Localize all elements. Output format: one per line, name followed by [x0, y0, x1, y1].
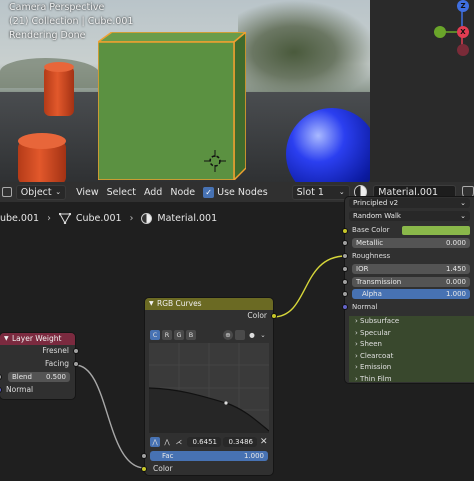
normal-label: Normal [352, 303, 378, 311]
panel-subsurface[interactable]: › Subsurface [349, 316, 474, 328]
transmission-socket[interactable] [342, 279, 348, 285]
output-facing: Facing [0, 358, 79, 371]
blend-label: Blend [12, 373, 32, 381]
layer-weight-header[interactable]: ▼ Layer Weight [0, 333, 75, 345]
fresnel-socket[interactable] [73, 348, 79, 354]
output-fresnel: Fresnel [0, 345, 79, 358]
handle-free-icon[interactable]: ⋌ [174, 437, 184, 447]
curve-point [224, 401, 228, 405]
ior-value: 1.450 [445, 265, 466, 273]
bsdf-subpanels: › Subsurface › Specular › Sheen › Clearc… [349, 316, 474, 383]
curve-graph[interactable] [149, 343, 269, 433]
layer-weight-title: Layer Weight [12, 334, 62, 343]
color-input-label: Color [153, 464, 173, 473]
point-y-field[interactable]: 0.3486 [223, 437, 257, 447]
ior-field[interactable]: IOR 1.450 [352, 264, 470, 274]
metallic-label: Metallic [356, 239, 384, 247]
color-output-socket[interactable] [271, 313, 277, 319]
metallic-socket[interactable] [342, 240, 348, 246]
color-input-socket[interactable] [141, 466, 147, 472]
panel-label: Sheen [360, 340, 382, 348]
transmission-field[interactable]: Transmission 0.000 [352, 277, 470, 287]
alpha-field[interactable]: Alpha 1.000 [352, 289, 470, 299]
distribution-label: Principled v2 [353, 199, 399, 207]
metallic-field[interactable]: Metallic 0.000 [352, 238, 470, 248]
handle-auto-icon[interactable]: ⋀ [150, 437, 160, 447]
panel-label: Specular [360, 328, 391, 337]
chevron-down-icon: ⌄ [460, 212, 466, 220]
blend-value: 0.500 [45, 373, 66, 381]
normal-socket[interactable] [342, 304, 348, 310]
chevron-down-icon[interactable]: ⌄ [258, 330, 268, 340]
ior-socket[interactable] [342, 266, 348, 272]
base-color-label: Base Color [352, 226, 390, 234]
transmission-label: Transmission [356, 278, 402, 286]
roughness-socket[interactable] [342, 253, 348, 259]
rgb-curves-node[interactable]: ▼ RGB Curves Color C R G B ⊕ ● ⌄ ⋀ ⋀ ⋌ 0… [141, 298, 277, 475]
panel-thin-film[interactable]: › Thin Film [349, 374, 474, 386]
alpha-socket[interactable] [342, 291, 348, 297]
panel-label: Clearcoat [360, 351, 394, 360]
input-blend: Blend 0.500 [0, 370, 75, 384]
layer-weight-node[interactable]: ▼ Layer Weight Fresnel Facing Blend 0.50… [0, 333, 79, 399]
fac-socket[interactable] [141, 453, 147, 459]
transmission-value: 0.000 [445, 278, 466, 286]
normal-socket[interactable] [0, 387, 2, 393]
color-output-label: Color [247, 311, 267, 320]
panel-label: Subsurface [360, 317, 400, 325]
fresnel-label: Fresnel [42, 346, 69, 355]
fac-value: 1.000 [243, 452, 264, 460]
fac-field[interactable]: Fac 1.000 [150, 451, 268, 461]
curve-tab-b[interactable]: B [186, 330, 196, 340]
subsurface-method-label: Random Walk [353, 212, 401, 220]
panel-emission[interactable]: › Emission [349, 362, 474, 374]
handle-vector-icon[interactable]: ⋀ [162, 437, 172, 447]
blend-socket[interactable] [0, 374, 2, 380]
curve-tab-c[interactable]: C [150, 330, 160, 340]
input-normal: Normal [0, 384, 75, 397]
rgb-curves-header[interactable]: ▼ RGB Curves [145, 298, 273, 310]
zoom-in-icon[interactable]: ⊕ [223, 330, 233, 340]
base-color-swatch[interactable] [402, 226, 470, 235]
facing-socket[interactable] [73, 360, 79, 367]
delete-point-icon[interactable]: ✕ [260, 437, 268, 447]
distribution-dropdown[interactable]: Principled v2 ⌄ [349, 198, 470, 208]
fac-label: Fac [162, 452, 174, 460]
curve-tab-g[interactable]: G [174, 330, 184, 340]
blend-field[interactable]: Blend 0.500 [8, 372, 70, 382]
roughness-label: Roughness [352, 252, 391, 260]
facing-label: Facing [45, 358, 69, 368]
curve-tools-icon[interactable]: ● [247, 330, 257, 340]
collapse-arrow-icon[interactable]: ▼ [149, 298, 154, 310]
ior-label: IOR [356, 265, 369, 273]
collapse-arrow-icon[interactable]: ▼ [4, 333, 9, 345]
panel-specular[interactable]: › Specular [349, 328, 474, 340]
alpha-label: Alpha [362, 290, 382, 298]
panel-label: Emission [360, 363, 392, 371]
output-color: Color [145, 310, 277, 323]
alpha-value: 1.000 [445, 290, 466, 298]
rgb-curves-title: RGB Curves [157, 299, 202, 308]
link-color-to-roughness [272, 255, 347, 318]
link-facing-to-color [74, 364, 146, 469]
point-x-field[interactable]: 0.6451 [187, 437, 221, 447]
panel-sheen[interactable]: › Sheen [349, 339, 474, 351]
chevron-down-icon: ⌄ [460, 199, 466, 207]
base-color-socket[interactable] [342, 228, 348, 234]
metallic-value: 0.000 [445, 239, 466, 247]
zoom-out-icon[interactable] [235, 330, 245, 340]
normal-label: Normal [6, 385, 34, 394]
curve-tab-r[interactable]: R [162, 330, 172, 340]
panel-label: Thin Film [360, 374, 392, 383]
panel-clearcoat[interactable]: › Clearcoat [349, 351, 474, 363]
subsurface-method-dropdown[interactable]: Random Walk ⌄ [349, 211, 470, 221]
